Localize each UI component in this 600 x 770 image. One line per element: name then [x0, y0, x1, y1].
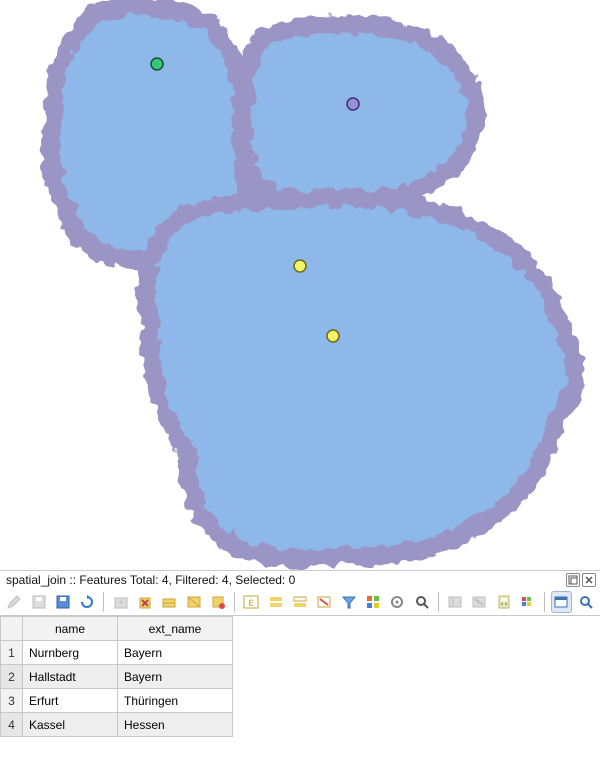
table-row[interactable]: 3 Erfurt Thüringen	[1, 689, 233, 713]
row-num[interactable]: 1	[1, 641, 23, 665]
region-thueringen[interactable]	[243, 24, 476, 202]
cell-name[interactable]: Kassel	[23, 713, 118, 737]
new-field-icon[interactable]	[445, 591, 465, 613]
table-row[interactable]: 1 Nurnberg Bayern	[1, 641, 233, 665]
cell-ext[interactable]: Bayern	[118, 641, 233, 665]
map-canvas[interactable]	[0, 0, 600, 570]
dock-icon[interactable]	[551, 591, 572, 613]
cell-name[interactable]: Hallstadt	[23, 665, 118, 689]
svg-text:+: +	[118, 598, 124, 609]
paste-icon[interactable]	[208, 591, 228, 613]
row-header-blank	[1, 617, 23, 641]
deselect-icon[interactable]	[314, 591, 334, 613]
point-kassel[interactable]	[151, 58, 163, 70]
copy-icon[interactable]	[183, 591, 203, 613]
zoom-to-selected-icon[interactable]	[412, 591, 432, 613]
col-header-ext[interactable]: ext_name	[118, 617, 233, 641]
region-bayern[interactable]	[145, 198, 574, 559]
select-all-icon[interactable]	[265, 591, 285, 613]
point-nurnberg[interactable]	[327, 330, 339, 342]
attribute-toolbar: + ε	[0, 589, 600, 615]
delete-field-icon[interactable]	[469, 591, 489, 613]
attribute-table-panel: spatial_join :: Features Total: 4, Filte…	[0, 570, 600, 770]
row-num[interactable]: 3	[1, 689, 23, 713]
row-num[interactable]: 4	[1, 713, 23, 737]
close-icon[interactable]	[582, 573, 596, 587]
pencil-icon[interactable]	[4, 591, 24, 613]
cell-ext[interactable]: Thüringen	[118, 689, 233, 713]
invert-selection-icon[interactable]	[290, 591, 310, 613]
table-row[interactable]: 4 Kassel Hessen	[1, 713, 233, 737]
cell-ext[interactable]: Bayern	[118, 665, 233, 689]
cut-icon[interactable]	[159, 591, 179, 613]
expression-icon[interactable]: ε	[241, 591, 261, 613]
table-row[interactable]: 2 Hallstadt Bayern	[1, 665, 233, 689]
cell-ext[interactable]: Hessen	[118, 713, 233, 737]
svg-text:ε: ε	[249, 595, 255, 609]
save-icon[interactable]	[53, 591, 73, 613]
add-feature-icon[interactable]: +	[110, 591, 130, 613]
filter-icon[interactable]	[339, 591, 359, 613]
conditional-format-icon[interactable]	[518, 591, 538, 613]
select-by-expression-icon[interactable]	[363, 591, 383, 613]
cell-name[interactable]: Nurnberg	[23, 641, 118, 665]
undock-icon[interactable]	[566, 573, 580, 587]
cell-name[interactable]: Erfurt	[23, 689, 118, 713]
col-header-name[interactable]: name	[23, 617, 118, 641]
field-calc-icon[interactable]	[494, 591, 514, 613]
attribute-table[interactable]: name ext_name 1 Nurnberg Bayern 2 Hallst…	[0, 615, 600, 737]
actions-icon[interactable]	[576, 591, 596, 613]
point-hallstadt[interactable]	[294, 260, 306, 272]
panel-title: spatial_join :: Features Total: 4, Filte…	[6, 573, 295, 587]
refresh-icon[interactable]	[77, 591, 97, 613]
save-edits-icon[interactable]	[28, 591, 48, 613]
row-num[interactable]: 2	[1, 665, 23, 689]
table-header: name ext_name	[1, 617, 233, 641]
point-erfurt[interactable]	[347, 98, 359, 110]
delete-selected-icon[interactable]	[135, 591, 155, 613]
pan-to-selected-icon[interactable]	[387, 591, 407, 613]
